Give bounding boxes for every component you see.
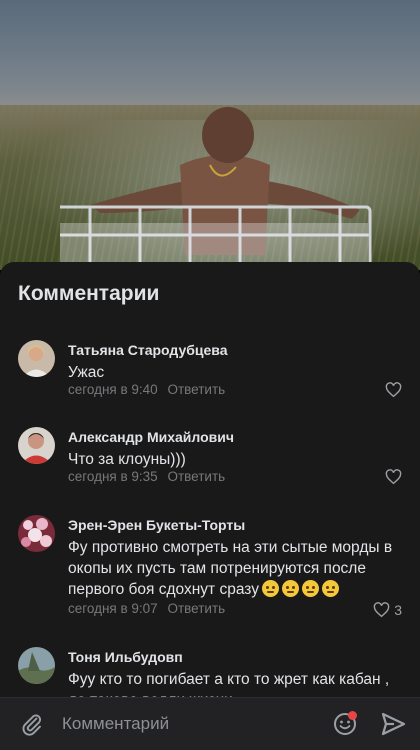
comment-time: сегодня в 9:07 <box>68 601 158 616</box>
comment-time: сегодня в 9:35 <box>68 469 158 484</box>
emoji-face-icon <box>321 580 339 597</box>
avatar[interactable] <box>18 515 55 552</box>
heart-icon <box>373 602 390 618</box>
like-count: 3 <box>394 602 402 618</box>
comment-text: Фу противно смотреть на эти сытые морды … <box>68 539 393 598</box>
emoji-face-icon <box>281 580 299 597</box>
reply-button[interactable]: Ответить <box>167 382 225 397</box>
avatar[interactable] <box>18 340 55 377</box>
like-button[interactable] <box>372 467 402 487</box>
emoji-face-icon <box>261 580 279 597</box>
comment-author[interactable]: Эрен-Эрен Букеты-Торты <box>68 517 245 533</box>
comment-author[interactable]: Александр Михайлович <box>68 429 234 445</box>
comment-composer <box>0 697 420 750</box>
emoji-face-icon <box>301 580 319 597</box>
reply-button[interactable]: Ответить <box>167 601 225 616</box>
comment-meta: сегодня в 9:40 Ответить <box>68 382 225 397</box>
comment-author[interactable]: Тоня Ильбудовп <box>68 649 183 665</box>
heart-icon <box>385 469 402 485</box>
video-person-image <box>60 107 372 265</box>
avatar[interactable] <box>18 427 55 464</box>
comment-author[interactable]: Татьяна Стародубцева <box>68 342 228 358</box>
comment-meta: сегодня в 9:07 Ответить <box>68 601 225 616</box>
heart-icon <box>385 382 402 398</box>
sheet-title: Комментарии <box>18 282 160 305</box>
comment-text: Что за клоуны))) <box>68 451 186 468</box>
video-frame[interactable] <box>0 0 420 270</box>
like-button[interactable] <box>372 380 402 400</box>
comment-text: Ужас <box>68 364 105 381</box>
sticker-icon[interactable] <box>331 710 359 738</box>
comment-input[interactable] <box>62 712 312 736</box>
send-icon[interactable] <box>380 711 406 737</box>
attach-icon[interactable] <box>20 712 44 736</box>
comment-time: сегодня в 9:40 <box>68 382 158 397</box>
reply-button[interactable]: Ответить <box>167 469 225 484</box>
like-button[interactable]: 3 <box>362 600 402 620</box>
comment-meta: сегодня в 9:35 Ответить <box>68 469 225 484</box>
avatar[interactable] <box>18 647 55 684</box>
comments-sheet: Комментарии Татьяна Стародубцева Ужас се… <box>0 262 420 750</box>
